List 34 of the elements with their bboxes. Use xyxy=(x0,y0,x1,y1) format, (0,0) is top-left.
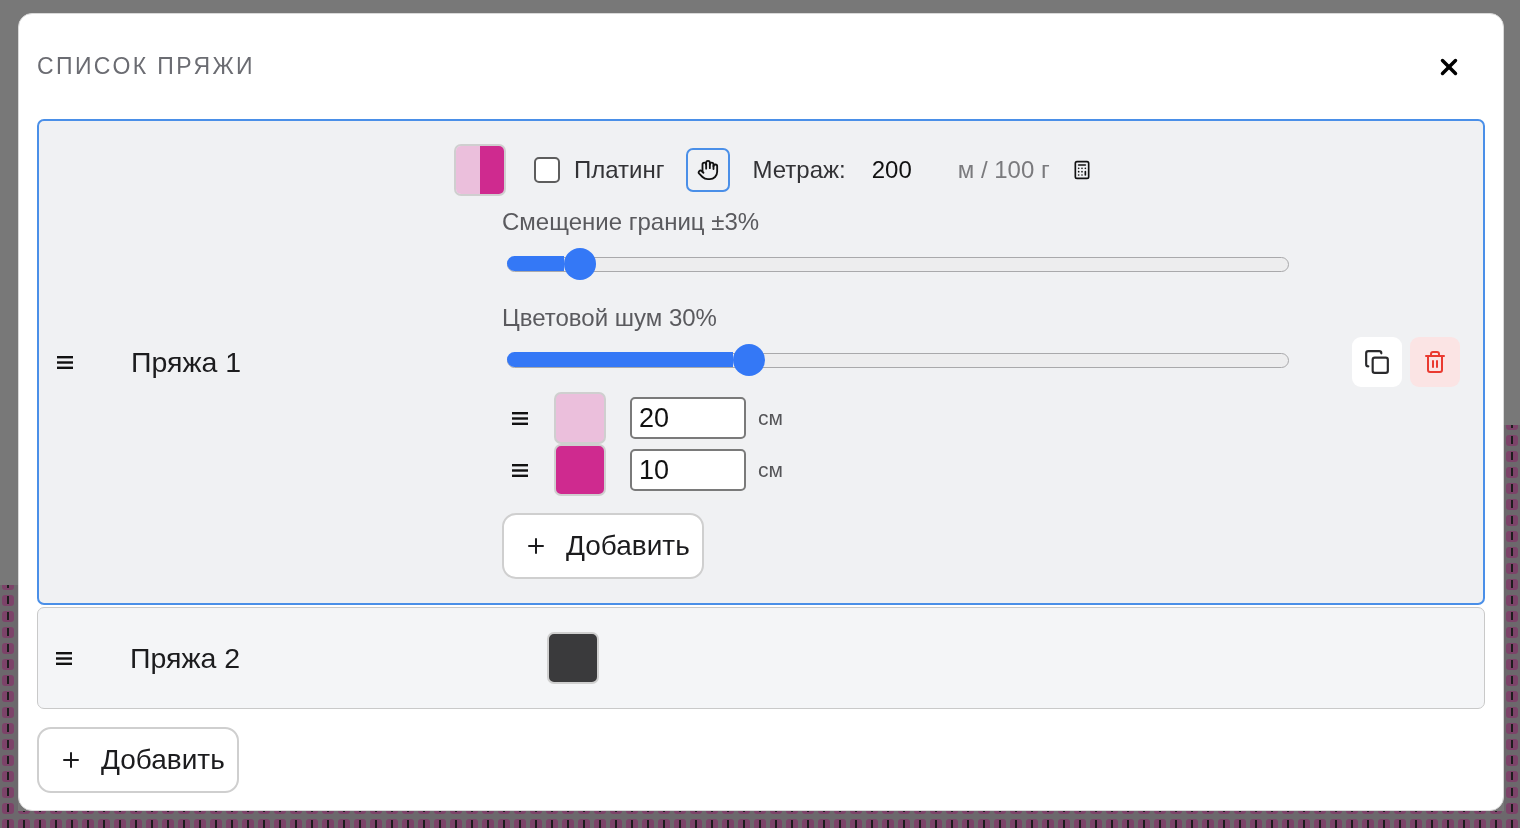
slider-thumb[interactable] xyxy=(733,344,765,376)
plating-checkbox[interactable] xyxy=(534,157,560,183)
drag-handle-icon[interactable] xyxy=(512,463,528,477)
length-unit: см xyxy=(758,458,783,482)
yardage-input[interactable]: 200 xyxy=(871,156,944,184)
color-swatch-icon[interactable] xyxy=(554,444,606,496)
add-segment-button[interactable]: Добавить xyxy=(502,513,704,579)
yarn-card[interactable]: Пряжа 1 Платинг Метраж: 200 м / 100 г Смещение границ ±3% Цветовой шум 30% 20 см 10 см Добавить xyxy=(37,119,1485,605)
drag-handle-icon[interactable] xyxy=(57,355,73,369)
color-swatch-icon[interactable] xyxy=(554,392,606,444)
copy-icon xyxy=(1364,349,1390,375)
slider-label: Цветовой шум 30% xyxy=(502,305,717,331)
yardage-label: Метраж: xyxy=(752,156,846,184)
hand-button[interactable] xyxy=(686,148,731,192)
yarn-name: Пряжа 1 xyxy=(131,345,242,379)
trash-icon xyxy=(1423,350,1447,374)
delete-button[interactable] xyxy=(1410,337,1460,387)
length-unit: см xyxy=(758,406,783,430)
slider-label: Смещение границ ±3% xyxy=(502,209,760,235)
drag-handle-icon[interactable] xyxy=(56,651,72,665)
yardage-unit: м / 100 г xyxy=(957,156,1050,184)
slider-thumb[interactable] xyxy=(564,248,597,280)
duplicate-button[interactable] xyxy=(1352,337,1402,387)
color-swatch-icon[interactable] xyxy=(547,632,599,684)
yarn-card[interactable]: Пряжа 2 xyxy=(37,607,1485,709)
yarn-name: Пряжа 2 xyxy=(130,641,241,675)
hand-icon xyxy=(697,159,720,181)
drag-handle-icon[interactable] xyxy=(512,411,528,425)
color-swatch-icon[interactable] xyxy=(454,144,506,196)
plating-label: Платинг xyxy=(574,156,665,184)
add-yarn-button[interactable]: Добавить xyxy=(37,727,239,793)
length-input[interactable]: 10 xyxy=(630,449,746,491)
length-input[interactable]: 20 xyxy=(630,397,746,439)
dialog-title: СПИСОК ПРЯЖИ xyxy=(37,53,255,80)
